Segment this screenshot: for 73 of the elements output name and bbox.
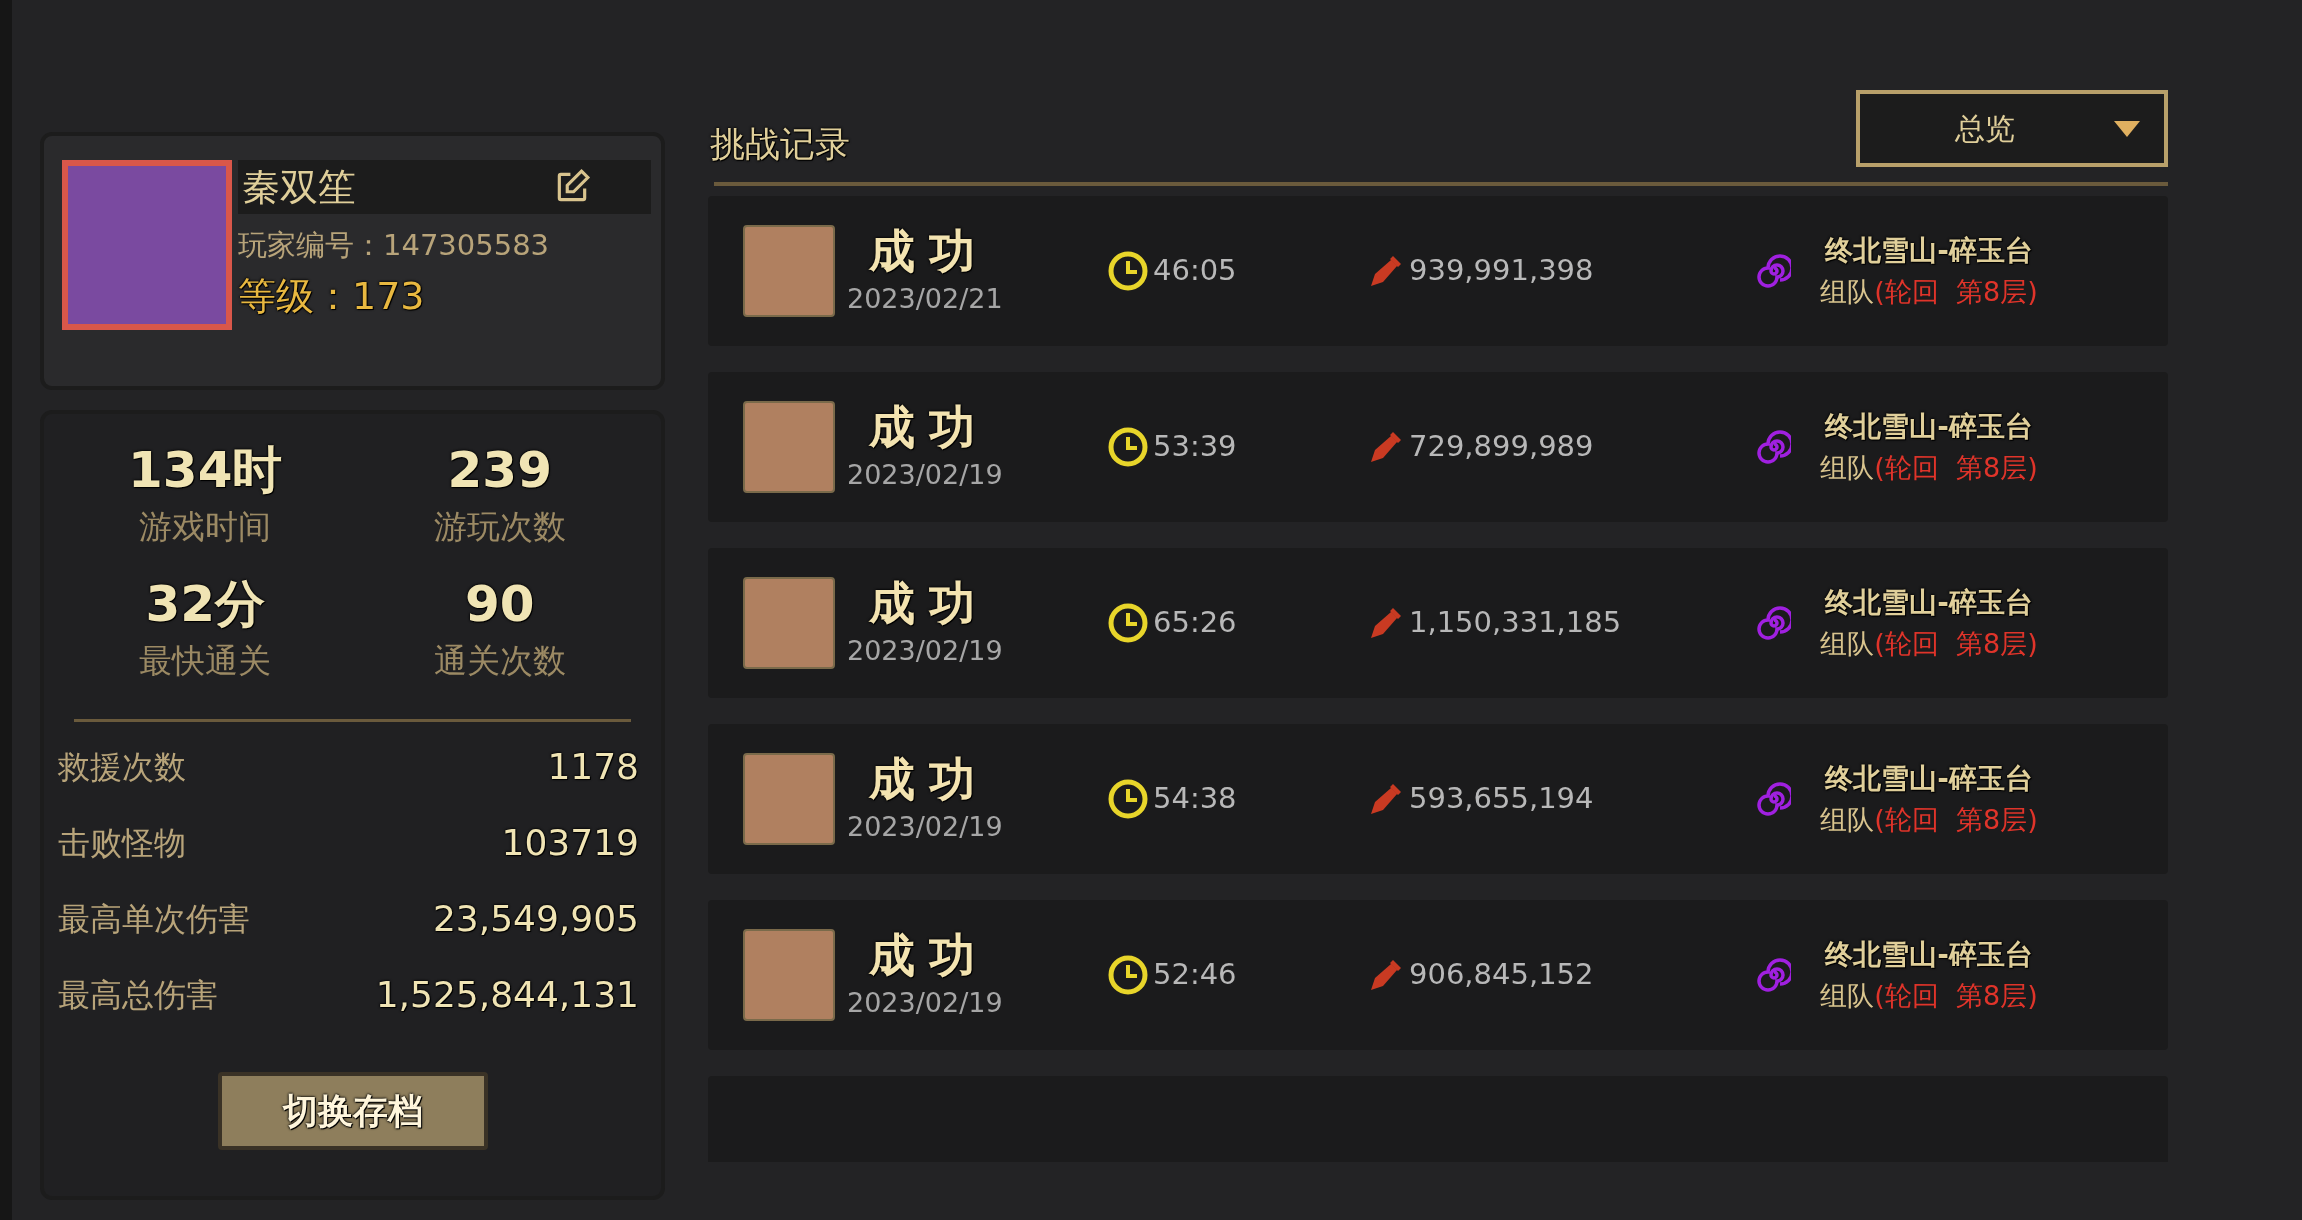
swirl-icon — [1757, 782, 1791, 816]
damage-text: 593,655,194 — [1409, 780, 1594, 818]
mode-text: 组队 — [1820, 274, 1875, 309]
player-id: 玩家编号：147305583 — [238, 227, 551, 264]
damage-text: 1,150,331,185 — [1409, 604, 1622, 642]
section-title: 挑战记录 — [710, 122, 850, 166]
detail-value: 1,525,844,131 — [375, 973, 639, 1017]
detail-value: 103719 — [501, 821, 639, 865]
stat-value: 90 — [464, 573, 535, 635]
filter-dropdown[interactable]: 总览 — [1856, 90, 2168, 167]
stat-value: 32分 — [145, 573, 266, 635]
stat-label: 游玩次数 — [433, 506, 566, 548]
date-text: 2023/02/19 — [847, 985, 1003, 1020]
mode-text: 组队 — [1820, 802, 1875, 837]
detail-label: 救援次数 — [58, 747, 186, 788]
stat-label: 游戏时间 — [139, 506, 272, 548]
duration-text: 65:26 — [1153, 604, 1237, 642]
record-card[interactable]: 成功 2023/02/21 46:05 939,991,398 终北雪山-碎玉台 组队(轮回 第8层) — [708, 196, 2168, 346]
date-text: 2023/02/19 — [847, 809, 1003, 844]
location-text: 终北雪山-碎玉台 — [1825, 584, 2033, 621]
clock-icon — [1107, 778, 1149, 820]
detail-value: 1178 — [547, 745, 639, 789]
swirl-icon — [1757, 430, 1791, 464]
clock-icon — [1107, 602, 1149, 644]
record-card[interactable]: 成功 2023/02/19 52:46 906,845,152 终北雪山-碎玉台 组队(轮回 第8层) — [708, 900, 2168, 1050]
floor-text: (轮回 第8层) — [1874, 450, 2038, 485]
stat-value: 239 — [447, 440, 552, 501]
duration-text: 53:39 — [1153, 428, 1237, 466]
mode-text: 组队 — [1820, 978, 1875, 1013]
damage-text: 729,899,989 — [1409, 428, 1594, 466]
floor-text: (轮回 第8层) — [1874, 626, 2038, 661]
damage-text: 906,845,152 — [1409, 956, 1594, 994]
detail-label: 击败怪物 — [58, 823, 186, 864]
swirl-icon — [1757, 254, 1791, 288]
result-text: 成功 — [869, 222, 989, 279]
mode-text: 组队 — [1820, 450, 1875, 485]
detail-label: 最高总伤害 — [58, 975, 218, 1016]
floor-text: (轮回 第8层) — [1874, 274, 2038, 309]
duration-text: 52:46 — [1153, 956, 1237, 994]
player-name: 秦双笙 — [242, 163, 356, 211]
result-text: 成功 — [869, 398, 989, 455]
switch-save-button[interactable]: 切换存档 — [217, 1072, 488, 1150]
player-level: 等级：173 — [238, 272, 426, 320]
date-text: 2023/02/19 — [847, 633, 1003, 668]
clock-icon — [1107, 426, 1149, 468]
result-text: 成功 — [869, 926, 989, 983]
result-text: 成功 — [869, 574, 989, 631]
duration-text: 46:05 — [1153, 252, 1237, 290]
caret-icon — [2114, 120, 2140, 137]
clock-icon — [1107, 954, 1149, 996]
stat-value: 134时 — [128, 440, 283, 501]
location-text: 终北雪山-碎玉台 — [1825, 232, 2033, 269]
location-text: 终北雪山-碎玉台 — [1825, 408, 2033, 445]
location-text: 终北雪山-碎玉台 — [1825, 760, 2033, 797]
duration-text: 54:38 — [1153, 780, 1237, 818]
location-text: 终北雪山-碎玉台 — [1825, 936, 2033, 973]
record-card[interactable]: 成功 2023/02/19 54:38 593,655,194 终北雪山-碎玉台 组队(轮回 第8层) — [708, 724, 2168, 874]
clock-icon — [1107, 250, 1149, 292]
floor-text: (轮回 第8层) — [1874, 978, 2038, 1013]
swirl-icon — [1757, 958, 1791, 992]
record-card[interactable]: 成功 2023/02/19 53:39 729,899,989 终北雪山-碎玉台 组队(轮回 第8层) — [708, 372, 2168, 522]
damage-text: 939,991,398 — [1409, 252, 1594, 290]
mode-text: 组队 — [1820, 626, 1875, 661]
record-card[interactable]: 成功 2023/02/19 65:26 1,150,331,185 终北雪山-碎玉台 组队(轮回 第8层) — [708, 548, 2168, 698]
date-text: 2023/02/19 — [847, 457, 1003, 492]
floor-text: (轮回 第8层) — [1874, 802, 2038, 837]
date-text: 2023/02/21 — [847, 281, 1003, 316]
swirl-icon — [1757, 606, 1791, 640]
stat-label: 最快通关 — [139, 639, 272, 682]
detail-value: 23,549,905 — [432, 897, 639, 941]
detail-label: 最高单次伤害 — [58, 899, 250, 940]
result-text: 成功 — [869, 750, 989, 807]
stat-label: 通关次数 — [433, 639, 566, 682]
